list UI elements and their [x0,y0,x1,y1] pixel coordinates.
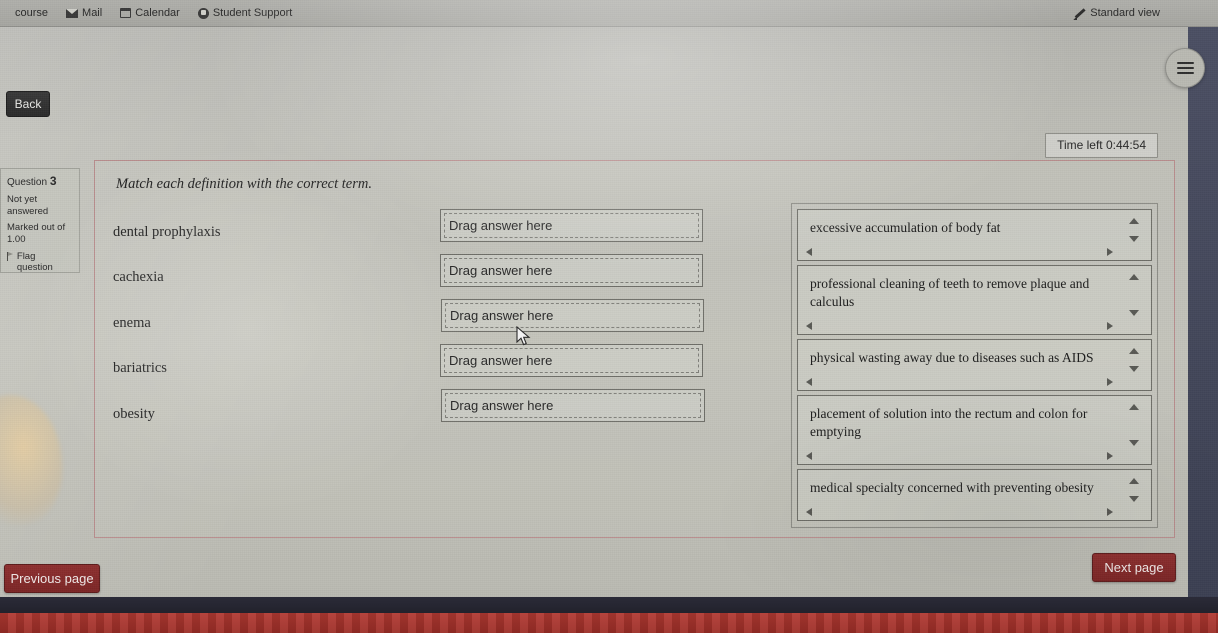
scroll-right-icon[interactable] [1107,322,1113,330]
dropzone-2-label: Drag answer here [450,308,554,323]
question-state: Not yet answered [7,194,49,217]
dropzone-3-label: Drag answer here [449,353,553,368]
monitor-bezel-dark [0,597,1218,613]
monitor-bezel-red [0,613,1218,633]
term-item-0: dental prophylaxis [113,224,221,240]
scroll-left-icon[interactable] [806,508,812,516]
question-prompt: Match each definition with the correct t… [116,176,372,192]
drawer-toggle-button[interactable] [1165,48,1205,88]
nav-item-mail-label: Mail [82,6,103,19]
right-drawer-strip [1188,27,1218,633]
scroll-left-icon[interactable] [806,452,812,460]
scroll-down-icon[interactable] [1129,236,1139,242]
term-item-2: enema [113,315,151,331]
calendar-icon [120,8,132,18]
pencil-icon [1073,7,1085,19]
answer-option-4-text: medical specialty concerned with prevent… [810,480,1094,495]
dropzone-0-label: Drag answer here [449,218,553,233]
scroll-down-icon[interactable] [1129,496,1139,502]
top-navigation-bar: course Mail Calendar Student Support Sta… [0,0,1218,27]
flag-question-button[interactable]: Flag question [7,251,73,274]
scroll-left-icon[interactable] [806,322,812,330]
nav-item-student-support-label: Student Support [212,6,293,19]
scroll-right-icon[interactable] [1107,248,1113,256]
answer-option-4[interactable]: medical specialty concerned with prevent… [797,469,1152,521]
flag-question-label: Flag question [16,250,53,274]
scroll-down-icon[interactable] [1129,310,1139,316]
scroll-left-icon[interactable] [806,248,812,256]
next-page-label: Next page [1104,560,1164,575]
dropzone-4-label: Drag answer here [450,398,554,413]
flag-icon [7,251,14,261]
question-number-value: 3 [49,174,57,188]
scroll-up-icon[interactable] [1129,478,1139,484]
answer-option-0-text: excessive accumulation of body fat [810,220,1001,235]
scroll-up-icon[interactable] [1129,274,1139,280]
answer-option-1[interactable]: professional cleaning of teeth to remove… [797,265,1152,335]
term-item-1: cachexia [113,269,164,285]
dropzone-1[interactable]: Drag answer here [440,254,703,287]
answer-option-2[interactable]: physical wasting away due to diseases su… [797,339,1152,391]
question-marks: Marked out of 1.00 [7,222,66,245]
scroll-up-icon[interactable] [1129,218,1139,224]
question-info-panel: Question 3 Not yet answered Marked out o… [0,168,80,273]
nav-item-student-support[interactable]: Student Support [189,0,302,27]
dropzone-3[interactable]: Drag answer here [440,344,703,377]
hamburger-icon [1176,62,1194,74]
back-button[interactable]: Back [6,91,50,117]
dropzone-0[interactable]: Drag answer here [440,209,703,242]
term-item-4: obesity [113,406,155,422]
nav-item-course[interactable]: course [6,0,57,27]
nav-item-course-label: course [15,6,49,19]
scroll-up-icon[interactable] [1129,404,1139,410]
standard-view-label: Standard view [1090,7,1160,19]
back-button-label: Back [14,97,42,111]
student-support-icon [197,7,209,19]
scroll-right-icon[interactable] [1107,508,1113,516]
scroll-right-icon[interactable] [1107,452,1113,460]
time-left-label: Time left 0:44:54 [1057,138,1146,152]
nav-item-mail[interactable]: Mail [57,0,111,27]
dropzone-2[interactable]: Drag answer here [441,299,704,332]
next-page-button[interactable]: Next page [1092,553,1176,582]
scroll-left-icon[interactable] [806,378,812,386]
previous-page-label: Previous page [10,571,94,586]
question-number-label: Question [7,177,48,188]
scroll-right-icon[interactable] [1107,378,1113,386]
dropzone-4[interactable]: Drag answer here [441,389,705,422]
scroll-up-icon[interactable] [1129,348,1139,354]
answer-option-3-text: placement of solution into the rectum an… [810,406,1088,439]
scroll-down-icon[interactable] [1129,440,1139,446]
previous-page-button[interactable]: Previous page [4,564,100,593]
scroll-down-icon[interactable] [1129,366,1139,372]
nav-item-calendar[interactable]: Calendar [111,0,189,27]
mail-icon [66,8,79,18]
answer-option-0[interactable]: excessive accumulation of body fat [797,209,1152,261]
nav-item-calendar-label: Calendar [135,6,180,19]
dropzone-1-label: Drag answer here [449,263,553,278]
standard-view-toggle[interactable]: Standard view [1073,7,1218,19]
time-left-badge: Time left 0:44:54 [1045,133,1158,158]
term-item-3: bariatrics [113,360,167,376]
question-number: Question 3 [7,174,73,189]
answer-option-1-text: professional cleaning of teeth to remove… [810,276,1090,309]
answer-bank: excessive accumulation of body fat profe… [791,203,1158,528]
answer-option-2-text: physical wasting away due to diseases su… [810,350,1094,365]
answer-option-3[interactable]: placement of solution into the rectum an… [797,395,1152,465]
